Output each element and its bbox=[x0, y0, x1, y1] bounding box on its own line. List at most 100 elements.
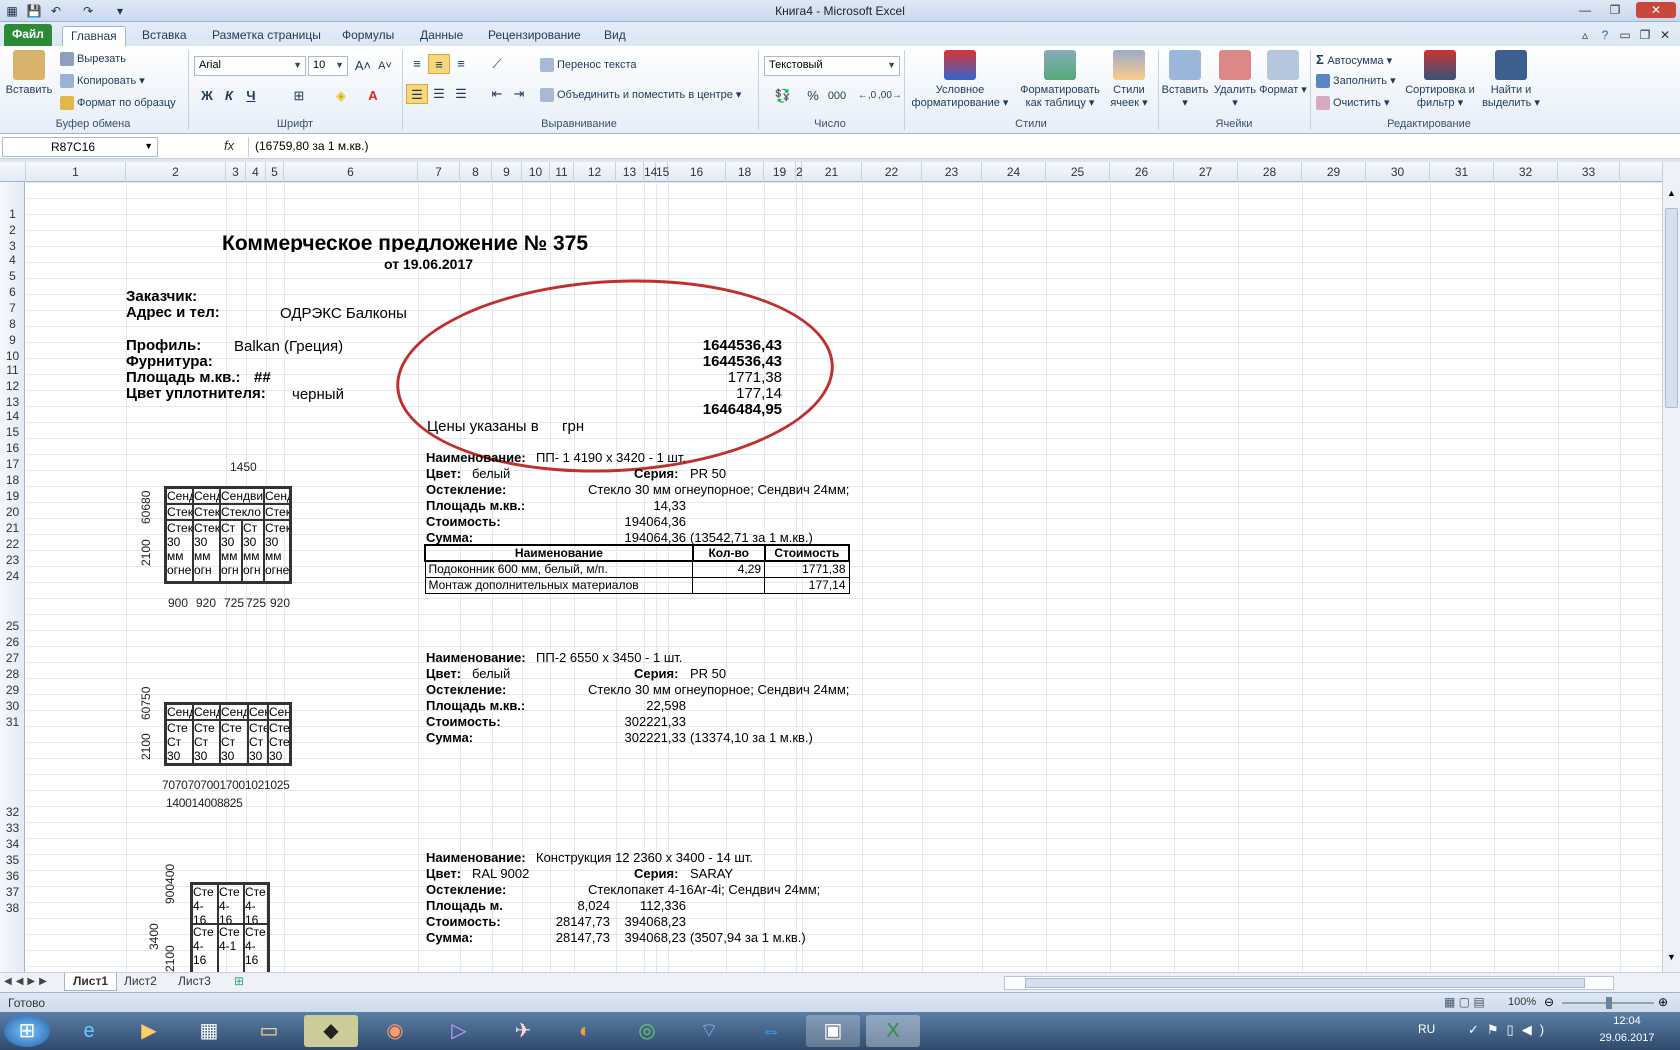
scroll-down-icon[interactable]: ▼ bbox=[1665, 952, 1678, 966]
tray-icons[interactable]: ✓⚑▯◀) bbox=[1468, 1022, 1552, 1038]
copy-button[interactable]: Копировать ▾ bbox=[60, 74, 145, 89]
column-header[interactable]: 10 bbox=[522, 162, 550, 182]
row-header[interactable]: 32 bbox=[0, 805, 25, 819]
row-header[interactable]: 5 bbox=[0, 269, 25, 283]
column-header[interactable]: 8 bbox=[460, 162, 492, 182]
row-header[interactable]: 22 bbox=[0, 537, 25, 551]
workbook-close-icon[interactable]: ✕ bbox=[1654, 27, 1676, 43]
column-header[interactable]: 19 bbox=[764, 162, 796, 182]
minimize-ribbon-icon[interactable]: ▵ bbox=[1574, 27, 1596, 43]
row-header[interactable]: 33 bbox=[0, 821, 25, 835]
horizontal-scrollbar[interactable] bbox=[1004, 976, 1614, 990]
row-header[interactable]: 38 bbox=[0, 901, 25, 915]
column-header[interactable]: 32 bbox=[1494, 162, 1558, 182]
clock-time[interactable]: 12:04 bbox=[1594, 1015, 1660, 1027]
clock-date[interactable]: 29.06.2017 bbox=[1594, 1032, 1660, 1044]
excel-taskbar-icon[interactable]: X bbox=[866, 1015, 920, 1047]
sheet-tab-3[interactable]: Лист3 bbox=[170, 973, 219, 991]
cell-styles-button[interactable]: Стили ячеек ▾ bbox=[1104, 50, 1154, 110]
sheet-tab-2[interactable]: Лист2 bbox=[116, 973, 165, 991]
percent-button[interactable]: % bbox=[802, 86, 824, 106]
scroll-up-icon[interactable]: ▲ bbox=[1665, 188, 1678, 202]
workbook-minimize-icon[interactable]: ▭ bbox=[1614, 27, 1636, 43]
column-header[interactable]: 12 bbox=[574, 162, 616, 182]
fill-button[interactable]: Заполнить ▾ bbox=[1316, 74, 1396, 89]
column-header[interactable]: 11 bbox=[550, 162, 574, 182]
align-middle-icon[interactable]: ≡ bbox=[428, 54, 450, 74]
column-header[interactable]: 13 bbox=[616, 162, 644, 182]
find-select-button[interactable]: Найти и выделить ▾ bbox=[1478, 50, 1544, 110]
align-left-icon[interactable]: ☰ bbox=[406, 84, 428, 104]
column-header[interactable]: 22 bbox=[862, 162, 922, 182]
calculator-icon[interactable]: ▦ bbox=[182, 1015, 236, 1047]
row-header[interactable]: 20 bbox=[0, 505, 25, 519]
clear-button[interactable]: Очистить ▾ bbox=[1316, 96, 1389, 111]
row-header[interactable]: 30 bbox=[0, 699, 25, 713]
column-header[interactable]: 7 bbox=[418, 162, 460, 182]
paste-button[interactable]: Вставить bbox=[4, 50, 54, 97]
row-header[interactable]: 28 bbox=[0, 667, 25, 681]
row-header[interactable]: 37 bbox=[0, 885, 25, 899]
row-header[interactable]: 21 bbox=[0, 521, 25, 535]
bold-button[interactable]: Ж bbox=[196, 86, 218, 106]
italic-button[interactable]: К bbox=[218, 86, 240, 106]
column-header[interactable]: 23 bbox=[922, 162, 982, 182]
restore-button[interactable]: ❐ bbox=[1604, 2, 1626, 18]
row-header[interactable]: 15 bbox=[0, 425, 25, 439]
vertical-scroll-thumb[interactable] bbox=[1665, 208, 1678, 408]
align-right-icon[interactable]: ☰ bbox=[450, 84, 472, 104]
column-header[interactable]: 31 bbox=[1430, 162, 1494, 182]
close-button[interactable]: ✕ bbox=[1636, 2, 1676, 18]
column-header[interactable]: 30 bbox=[1366, 162, 1430, 182]
zoom-out-icon[interactable]: ⊖ bbox=[1544, 995, 1554, 1009]
row-header[interactable]: 13 bbox=[0, 395, 25, 409]
row-header[interactable]: 35 bbox=[0, 853, 25, 867]
row-header[interactable]: 17 bbox=[0, 457, 25, 471]
zoom-slider-handle[interactable] bbox=[1606, 997, 1612, 1009]
delete-cells-button[interactable]: Удалить ▾ bbox=[1210, 50, 1260, 110]
row-header[interactable]: 6 bbox=[0, 285, 25, 299]
column-header[interactable]: 4 bbox=[246, 162, 266, 182]
font-color-icon[interactable]: A bbox=[362, 86, 384, 106]
underline-button[interactable]: Ч bbox=[240, 86, 262, 106]
insert-cells-button[interactable]: Вставить ▾ bbox=[1160, 50, 1210, 110]
language-indicator[interactable]: RU bbox=[1418, 1022, 1435, 1036]
sort-filter-button[interactable]: Сортировка и фильтр ▾ bbox=[1402, 50, 1478, 110]
column-header[interactable]: 14 bbox=[644, 162, 657, 182]
row-header[interactable]: 14 bbox=[0, 409, 25, 423]
cut-button[interactable]: Вырезать bbox=[60, 52, 126, 66]
zoom-in-icon[interactable]: ⊕ bbox=[1658, 995, 1668, 1009]
row-header[interactable]: 31 bbox=[0, 715, 25, 729]
workbook-restore-icon[interactable]: ❐ bbox=[1634, 27, 1656, 43]
tab-home[interactable]: Главная bbox=[62, 26, 126, 46]
align-bottom-icon[interactable]: ≡ bbox=[450, 54, 472, 74]
vs-app-icon[interactable]: ▷ bbox=[432, 1015, 486, 1047]
minimize-button[interactable]: — bbox=[1574, 2, 1596, 18]
column-header[interactable]: 29 bbox=[1302, 162, 1366, 182]
airplane-app-icon[interactable]: ✈ bbox=[496, 1015, 550, 1047]
name-box[interactable]: R87C16 ▼ bbox=[2, 137, 158, 157]
insert-function-icon[interactable]: fx bbox=[224, 138, 234, 153]
font-size-select[interactable]: 10 ▼ bbox=[308, 56, 348, 76]
column-header[interactable]: 5 bbox=[266, 162, 284, 182]
row-header[interactable]: 27 bbox=[0, 651, 25, 665]
start-button-icon[interactable]: ⊞ bbox=[4, 1015, 50, 1047]
worksheet-grid[interactable]: Коммерческое предложение № 375 от 19.06.… bbox=[26, 182, 1662, 972]
column-header[interactable]: 28 bbox=[1238, 162, 1302, 182]
select-all-corner[interactable] bbox=[0, 162, 26, 182]
row-header[interactable]: 8 bbox=[0, 317, 25, 331]
sheet-nav-icon[interactable]: ◀◀▶▶ bbox=[4, 976, 51, 987]
row-header[interactable]: 18 bbox=[0, 473, 25, 487]
column-header[interactable]: 24 bbox=[982, 162, 1046, 182]
borders-icon[interactable]: ⊞ bbox=[288, 86, 310, 106]
column-header[interactable]: 27 bbox=[1174, 162, 1238, 182]
shrink-font-icon[interactable]: A˅ bbox=[374, 56, 396, 76]
row-header[interactable]: 29 bbox=[0, 683, 25, 697]
format-as-table-button[interactable]: Форматировать как таблицу ▾ bbox=[1014, 50, 1106, 110]
batman-app-icon[interactable]: ◆ bbox=[304, 1015, 358, 1047]
increase-indent-icon[interactable]: ⇥ bbox=[508, 84, 530, 104]
network-app-icon[interactable]: ▣ bbox=[806, 1015, 860, 1047]
internet-explorer-icon[interactable]: e bbox=[62, 1015, 116, 1047]
tab-review[interactable]: Рецензирование bbox=[480, 26, 589, 46]
column-header[interactable]: 15 bbox=[656, 162, 669, 182]
